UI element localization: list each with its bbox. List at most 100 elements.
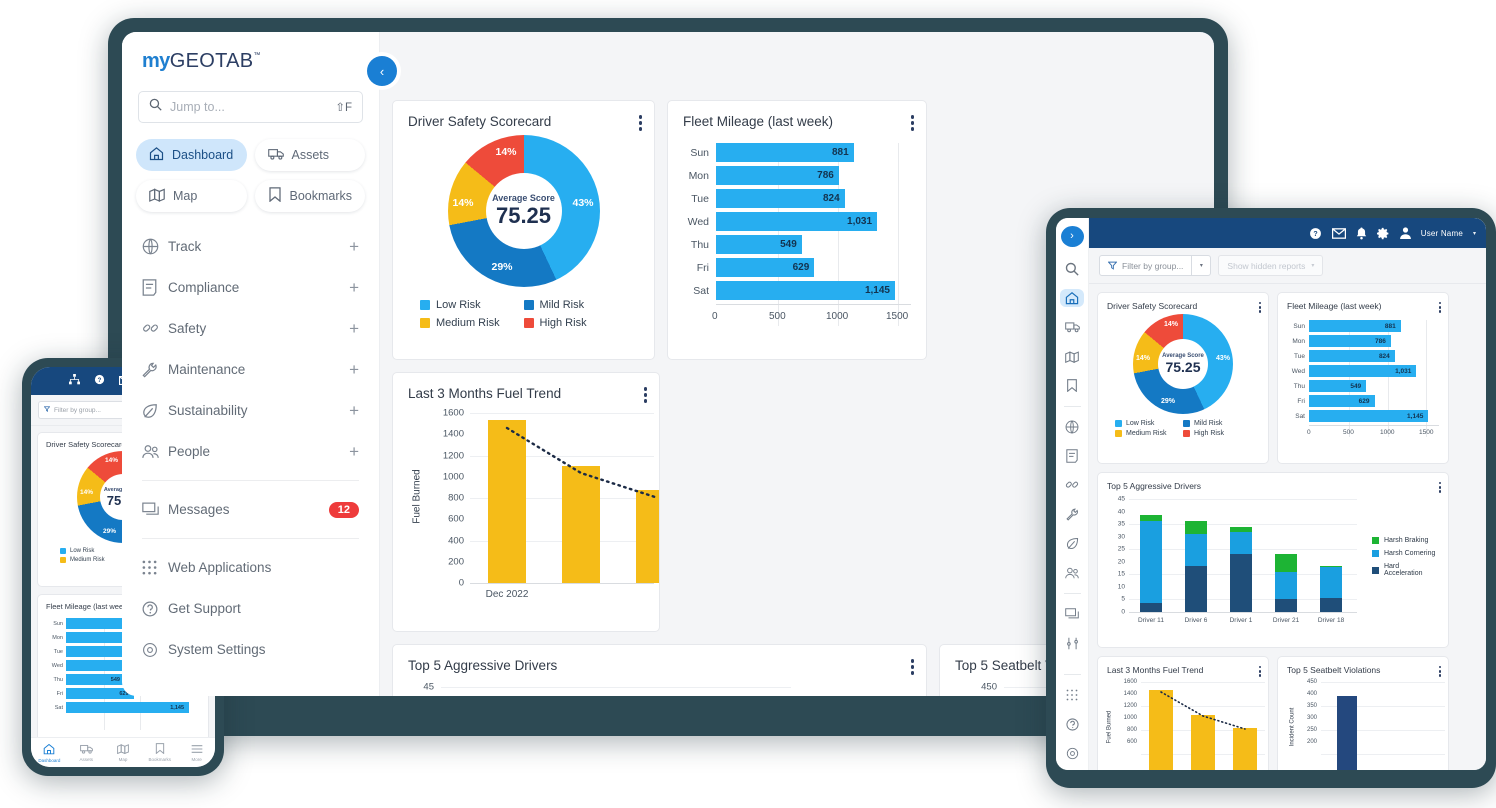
- card-menu-button[interactable]: [910, 659, 914, 675]
- bookmark-icon[interactable]: [1060, 377, 1084, 395]
- expand-icon[interactable]: +: [349, 443, 359, 460]
- search-icon: [149, 98, 162, 116]
- bar-row: Thu 549: [683, 235, 911, 254]
- gear-icon[interactable]: [1060, 745, 1084, 763]
- filter-placeholder: Filter by group...: [1122, 260, 1184, 271]
- sidebar-item-messages[interactable]: Messages 12: [122, 489, 379, 530]
- sidebar-item-people[interactable]: People +: [122, 431, 379, 472]
- sidebar-item-compliance[interactable]: Compliance +: [122, 267, 379, 308]
- help-icon[interactable]: [1060, 716, 1084, 734]
- mobile-tab-bookmarks[interactable]: Bookmarks: [141, 743, 178, 762]
- card-menu-button[interactable]: [1438, 666, 1441, 677]
- expand-icon[interactable]: +: [349, 279, 359, 296]
- show-hidden-reports-label: Show hidden reports: [1227, 260, 1306, 271]
- fleet-mileage-chart: Sun881 Mon786 Tue824 Wed1,031 Thu549 Fri…: [683, 143, 911, 326]
- map-icon[interactable]: [1060, 348, 1084, 366]
- filter-by-group-control[interactable]: Filter by group... ▾: [1099, 255, 1212, 276]
- sidebar-item-bookmarks[interactable]: Bookmarks: [254, 180, 365, 212]
- card-menu-button[interactable]: [1438, 482, 1441, 493]
- legend-item: Medium Risk: [420, 317, 524, 329]
- card-menu-button[interactable]: [1258, 666, 1261, 677]
- sidebar-item-maintenance[interactable]: Maintenance +: [122, 349, 379, 390]
- y-tick: 1600: [1123, 679, 1137, 685]
- bar-dec-2022: [1149, 690, 1173, 770]
- card-menu-button[interactable]: [1258, 302, 1261, 313]
- wrench-icon: [142, 362, 168, 378]
- donut-legend: Low Risk Mild Risk Medium Risk High Risk: [1107, 420, 1259, 440]
- bar-row: Thu 549: [1287, 380, 1439, 392]
- sidebar-item-track[interactable]: Track +: [122, 226, 379, 267]
- bookmark-icon: [155, 743, 165, 755]
- legend-item: Low Risk: [60, 548, 123, 554]
- svg-text:?: ?: [1313, 231, 1317, 238]
- bell-icon[interactable]: [1356, 226, 1367, 240]
- mobile-tab-label: Bookmarks: [148, 757, 172, 762]
- expand-icon[interactable]: +: [349, 402, 359, 419]
- safety-icon[interactable]: [1060, 476, 1084, 494]
- donut-pct-low-risk: 43%: [1215, 355, 1230, 362]
- chevron-down-icon[interactable]: ▾: [1473, 230, 1476, 237]
- y-tick: 1400: [1123, 691, 1137, 697]
- card-driver-safety-scorecard: Driver Safety Scorecard Average Score 75…: [1097, 292, 1269, 464]
- donut-pct-mild-risk: 29%: [1161, 398, 1176, 405]
- expand-icon[interactable]: +: [349, 320, 359, 337]
- bar-feb-2023: [636, 489, 659, 583]
- sidebar-item-label: Track: [168, 239, 202, 254]
- logo-trademark: ™: [253, 52, 261, 59]
- stacked-bar-driver-18: [1320, 565, 1342, 612]
- search-input[interactable]: Jump to... ⇧F: [138, 91, 363, 123]
- avatar[interactable]: [1399, 227, 1411, 239]
- donut-chart: Average Score 75.25 43% 29% 14% 14%: [1133, 314, 1233, 414]
- home-icon[interactable]: [1060, 289, 1084, 308]
- wrench-icon[interactable]: [1060, 505, 1084, 523]
- sidebar-item-label: Map: [173, 189, 198, 203]
- leaf-icon[interactable]: [1060, 535, 1084, 553]
- sidebar-item-safety[interactable]: Safety +: [122, 308, 379, 349]
- y-tick: 5: [1121, 595, 1125, 603]
- sidebar-item-dashboard[interactable]: Dashboard: [136, 139, 247, 171]
- gear-icon[interactable]: [1376, 227, 1390, 240]
- card-title: Driver Safety Scorecard: [408, 114, 552, 129]
- card-menu-button[interactable]: [638, 115, 642, 131]
- expand-icon[interactable]: +: [349, 361, 359, 378]
- sidebar-item-map[interactable]: Map: [136, 180, 247, 212]
- people-icon[interactable]: [1060, 564, 1084, 582]
- filter-by-group-input[interactable]: Filter by group...: [1100, 256, 1191, 275]
- filter-icon: [43, 406, 51, 414]
- sidebar-item-assets[interactable]: Assets: [254, 139, 365, 171]
- sidebar-item-label: Messages: [168, 502, 230, 517]
- globe-icon[interactable]: [1060, 418, 1084, 436]
- sidebar-expand-button[interactable]: ›: [1060, 226, 1084, 247]
- expand-icon[interactable]: +: [349, 238, 359, 255]
- card-menu-button[interactable]: [643, 387, 647, 403]
- rail-divider: [1063, 674, 1081, 676]
- hierarchy-icon[interactable]: [69, 372, 80, 390]
- apps-grid-icon[interactable]: [1060, 686, 1084, 704]
- mail-icon[interactable]: [1331, 227, 1346, 239]
- show-hidden-reports-button[interactable]: Show hidden reports ▾: [1218, 255, 1324, 276]
- sidebar-item-web-applications[interactable]: Web Applications: [122, 547, 379, 588]
- help-icon[interactable]: ?: [94, 372, 105, 390]
- sidebar-item-label: Sustainability: [168, 403, 248, 418]
- filter-dropdown-caret[interactable]: ▾: [1191, 256, 1210, 275]
- y-tick: 20: [1117, 558, 1125, 566]
- donut-pct-mild-risk: 29%: [491, 261, 513, 273]
- y-tick: 400: [1306, 691, 1317, 697]
- sidebar-collapse-button[interactable]: ‹: [367, 56, 397, 86]
- card-menu-button[interactable]: [1438, 302, 1441, 313]
- settings-tools-icon[interactable]: [1060, 634, 1084, 652]
- mobile-tab-dashboard[interactable]: Dashboard: [31, 743, 68, 763]
- sidebar-item-get-support[interactable]: Get Support: [122, 588, 379, 629]
- card-menu-button[interactable]: [910, 115, 914, 131]
- mobile-tab-assets[interactable]: Assets: [68, 744, 105, 762]
- messages-icon[interactable]: [1060, 605, 1084, 623]
- sidebar-item-system-settings[interactable]: System Settings: [122, 629, 379, 670]
- user-name-label[interactable]: User Name: [1421, 229, 1463, 238]
- clipboard-icon[interactable]: [1060, 447, 1084, 465]
- mobile-tab-more[interactable]: More: [178, 744, 215, 762]
- sidebar-item-sustainability[interactable]: Sustainability +: [122, 390, 379, 431]
- mobile-tab-map[interactable]: Map: [105, 743, 142, 762]
- search-icon[interactable]: [1060, 260, 1084, 278]
- help-icon[interactable]: ?: [1309, 227, 1322, 240]
- truck-icon[interactable]: [1060, 318, 1084, 336]
